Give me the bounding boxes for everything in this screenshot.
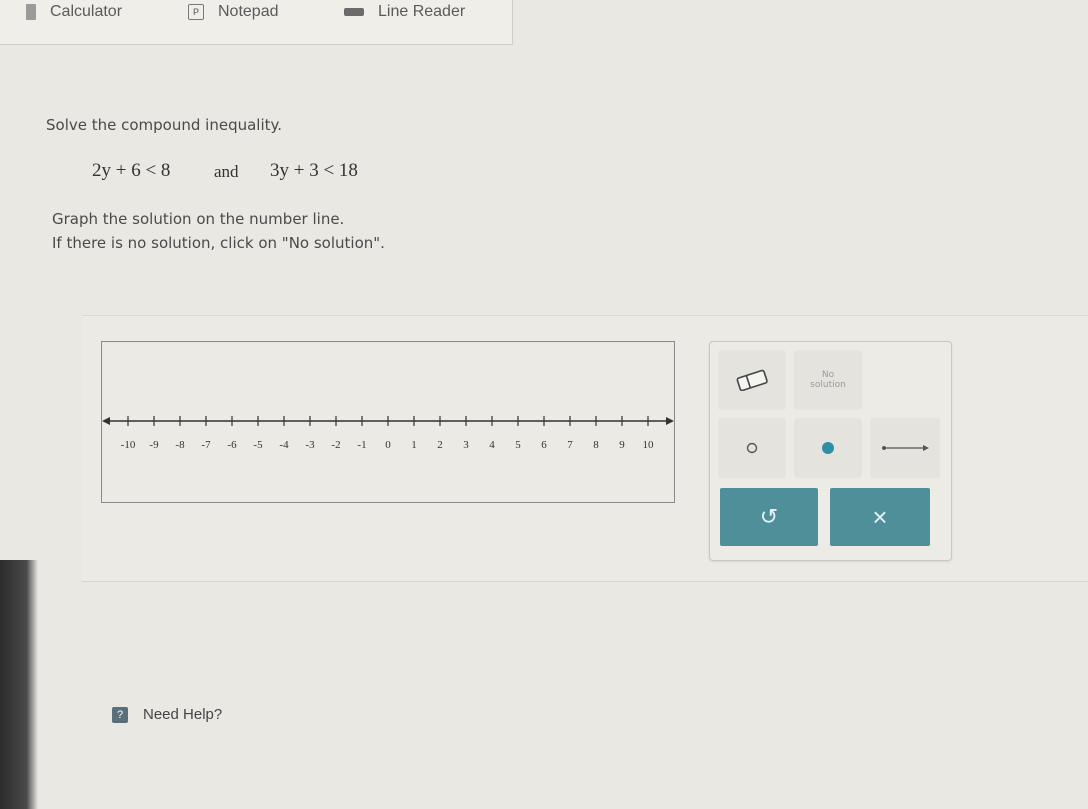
tick-label: 1 (411, 439, 417, 451)
calculator-icon (26, 4, 36, 20)
closed-dot-button[interactable] (794, 418, 862, 478)
no-solution-label-line2: solution (810, 380, 846, 390)
tick-label: -6 (227, 439, 237, 451)
tick-label: 7 (567, 439, 573, 451)
eraser-icon (736, 369, 768, 391)
need-help-button[interactable]: ? Need Help? (112, 706, 222, 723)
tick-label: 3 (463, 439, 469, 451)
notepad-label: Notepad (218, 3, 279, 20)
tick-label: -5 (253, 439, 263, 451)
tick-label: 2 (437, 439, 443, 451)
no-solution-label-line1: No (821, 370, 835, 380)
open-dot-icon (746, 442, 758, 454)
tick-label: 0 (385, 439, 391, 451)
instruction-graph: Graph the solution on the number line. (52, 210, 345, 228)
tick-label: 8 (593, 439, 599, 451)
tick-label: 5 (515, 439, 521, 451)
notepad-button[interactable]: P Notepad (188, 0, 279, 24)
tick-label: -2 (331, 439, 340, 451)
tick-label: -4 (279, 439, 289, 451)
tick-label: -10 (121, 439, 136, 451)
calculator-button[interactable]: Calculator (26, 0, 122, 24)
arrow-left-icon (102, 417, 110, 425)
notepad-icon: P (188, 4, 204, 20)
tick-label: 9 (619, 439, 625, 451)
question-prompt: Solve the compound inequality. (46, 116, 283, 134)
number-line[interactable]: -10 -9 -8 -7 -6 -5 -4 -3 -2 -1 0 1 2 3 4 5 6 7 8 9 10 (102, 342, 674, 502)
open-dot-button[interactable] (718, 418, 786, 478)
tick-label: 6 (541, 439, 547, 451)
help-icon: ? (112, 706, 128, 723)
line-reader-button[interactable]: Line Reader (344, 0, 465, 24)
ray-icon (882, 445, 929, 451)
background-edge (0, 560, 38, 809)
instruction-no-solution: If there is no solution, click on "No so… (52, 234, 385, 252)
line-reader-icon (344, 8, 364, 16)
closed-dot-icon (822, 442, 834, 454)
tick-label: -8 (175, 439, 185, 451)
ray-button[interactable] (870, 418, 940, 478)
conjunction-and: and (214, 162, 239, 181)
calculator-label: Calculator (50, 3, 123, 20)
arrow-right-icon (666, 417, 674, 425)
eraser-button[interactable] (718, 350, 786, 410)
tick-label: 4 (489, 439, 495, 451)
clear-icon: × (872, 501, 888, 532)
clear-button[interactable]: × (830, 488, 930, 546)
tick-label: -1 (357, 439, 366, 451)
tools-toolbar: Calculator P Notepad Line Reader (0, 0, 513, 45)
undo-button[interactable]: ↺ (720, 488, 818, 546)
line-reader-label: Line Reader (378, 3, 466, 20)
number-line-graph[interactable]: -10 -9 -8 -7 -6 -5 -4 -3 -2 -1 0 1 2 3 4 5 6 7 8 9 10 (101, 341, 675, 503)
undo-icon: ↺ (759, 504, 779, 529)
tick-label: -9 (149, 439, 159, 451)
tick-label: -7 (201, 439, 211, 451)
inequality-1: 2y + 6 < 8 (92, 160, 171, 181)
need-help-label: Need Help? (143, 706, 223, 723)
tick-label: -3 (305, 439, 315, 451)
inequality-2: 3y + 3 < 18 (270, 160, 358, 181)
no-solution-button[interactable]: No solution (794, 350, 862, 410)
graph-tool-panel: No solution ↺ × (709, 341, 952, 561)
tick-label: 10 (643, 439, 655, 451)
